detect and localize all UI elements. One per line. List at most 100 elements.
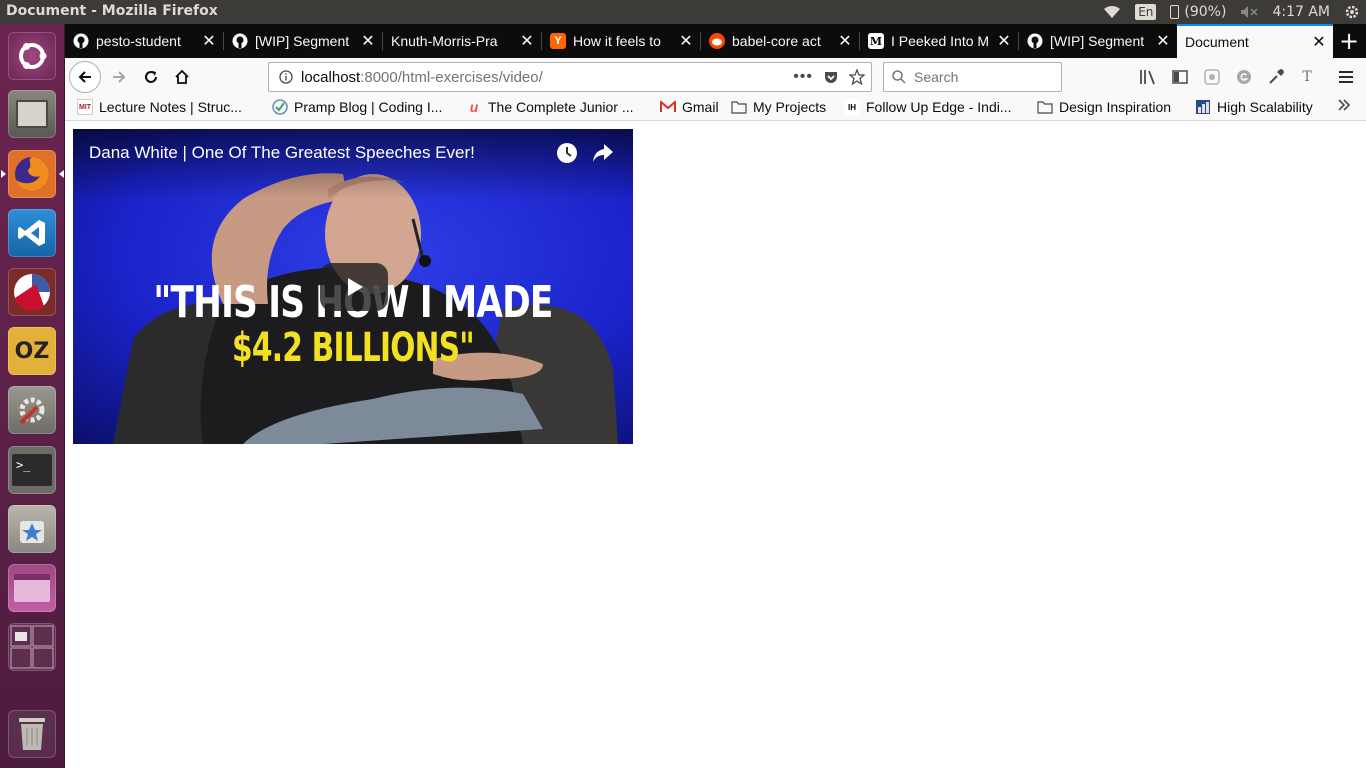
close-icon[interactable]: ✕	[1155, 31, 1171, 51]
battery-indicator[interactable]: (90%)	[1170, 4, 1226, 20]
folder-icon	[731, 99, 747, 115]
grammarly-icon[interactable]	[1234, 67, 1254, 87]
tab-label: babel-core act	[732, 33, 821, 49]
tab-label: I Peeked Into M	[891, 33, 990, 49]
url-path: :8000/html-exercises/video/	[360, 68, 543, 86]
back-button[interactable]	[69, 61, 101, 93]
thumbnail-headline-line2: $4.2 BILLIONS"	[232, 325, 475, 371]
bookmark-star-icon[interactable]	[849, 69, 865, 85]
reload-icon	[145, 71, 157, 83]
battery-icon	[1170, 5, 1180, 19]
library-icon[interactable]	[1138, 67, 1158, 87]
bookmark-folder-my-projects[interactable]: My Projects	[731, 99, 826, 115]
home-button[interactable]	[166, 62, 198, 92]
eyedropper-icon[interactable]	[1266, 67, 1286, 87]
software-center-icon[interactable]	[7, 504, 57, 554]
forward-button[interactable]	[103, 62, 135, 92]
navigation-bar: localhost:8000/html-exercises/video/ •••…	[65, 58, 1366, 96]
firefox-icon[interactable]	[1, 149, 64, 199]
bookmark-folder-design-inspiration[interactable]: Design Inspiration	[1037, 99, 1171, 115]
reload-button[interactable]	[135, 62, 167, 92]
forward-arrow-icon	[113, 71, 126, 83]
search-placeholder: Search	[914, 69, 959, 85]
keyboard-layout-indicator[interactable]: En	[1135, 4, 1157, 20]
tab-wip-segment[interactable]: [WIP] Segment ✕	[224, 24, 382, 58]
gear-icon[interactable]	[1344, 4, 1360, 20]
youtube-video-embed[interactable]: Dana White | One Of The Greatest Speeche…	[73, 129, 633, 444]
text-tool-icon[interactable]: T	[1297, 67, 1317, 87]
close-icon[interactable]: ✕	[678, 31, 694, 51]
info-icon[interactable]	[279, 70, 293, 84]
bookmark-label: Design Inspiration	[1059, 99, 1172, 115]
system-top-panel: Document - Mozilla Firefox En (90%) 4:17…	[0, 0, 1366, 24]
racket-icon[interactable]	[7, 267, 57, 317]
ubuntu-dash-icon[interactable]	[7, 31, 57, 81]
bookmark-label: Lecture Notes | Struc...	[99, 99, 242, 115]
video-title[interactable]: Dana White | One Of The Greatest Speeche…	[89, 143, 475, 163]
bookmark-gmail[interactable]: Gmail	[660, 99, 719, 115]
tab-strip: pesto-student ✕ [WIP] Segment ✕ Knuth-Mo…	[65, 24, 1366, 58]
bookmark-follow-up-edge[interactable]: IH Follow Up Edge - Indi...	[844, 99, 1012, 115]
window-title: Document - Mozilla Firefox	[6, 3, 218, 19]
app-window-icon[interactable]	[7, 563, 57, 613]
close-icon[interactable]: ✕	[201, 31, 217, 51]
folder-icon	[1037, 99, 1053, 115]
tab-babel-core[interactable]: babel-core act ✕	[701, 24, 859, 58]
tab-label: Knuth-Morris-Pra	[391, 33, 498, 49]
tab-how-it-feels[interactable]: Y How it feels to ✕	[542, 24, 700, 58]
bookmark-complete-junior[interactable]: u The Complete Junior ...	[466, 99, 634, 115]
page-actions-icon[interactable]: •••	[793, 68, 813, 86]
tab-i-peeked-into[interactable]: M I Peeked Into M ✕	[860, 24, 1018, 58]
bookmark-lecture-notes[interactable]: MIT Lecture Notes | Struc...	[77, 99, 242, 115]
tab-document[interactable]: Document ✕	[1177, 24, 1333, 58]
tab-label: How it feels to	[573, 33, 661, 49]
workspace-switcher-icon[interactable]	[7, 622, 57, 672]
pocket-icon[interactable]	[823, 69, 839, 85]
tab-pesto-student[interactable]: pesto-student ✕	[65, 24, 223, 58]
clock[interactable]: 4:17 AM	[1272, 4, 1330, 20]
hamburger-menu-icon[interactable]	[1336, 67, 1356, 87]
tab-label: pesto-student	[96, 33, 181, 49]
bookmark-pramp-blog[interactable]: Pramp Blog | Coding I...	[272, 99, 442, 115]
bookmark-label: Follow Up Edge - Indi...	[866, 99, 1012, 115]
github-icon	[73, 33, 89, 49]
back-arrow-icon	[78, 71, 91, 83]
search-bar[interactable]: Search	[883, 62, 1062, 92]
reddit-icon	[709, 33, 725, 49]
bookmark-high-scalability[interactable]: High Scalability	[1195, 99, 1313, 115]
watch-later-icon[interactable]	[556, 142, 578, 164]
extension-grid-icon[interactable]	[1202, 67, 1222, 87]
play-icon	[348, 278, 363, 296]
tab-wip-segment-2[interactable]: [WIP] Segment ✕	[1019, 24, 1177, 58]
url-bar[interactable]: localhost:8000/html-exercises/video/ •••	[268, 62, 872, 92]
search-icon	[892, 70, 906, 84]
highscalability-icon	[1195, 99, 1211, 115]
new-tab-button[interactable]: +	[1332, 24, 1366, 58]
close-icon[interactable]: ✕	[360, 31, 376, 51]
play-button[interactable]	[320, 263, 388, 311]
oz-icon[interactable]: OZ	[7, 326, 57, 376]
terminal-icon[interactable]: >_	[7, 445, 57, 495]
vscode-icon[interactable]	[7, 208, 57, 258]
trash-icon[interactable]	[7, 709, 57, 759]
udemy-icon: u	[469, 99, 479, 115]
tab-label: Document	[1185, 34, 1249, 50]
close-icon[interactable]: ✕	[996, 31, 1012, 51]
close-icon[interactable]: ✕	[1311, 32, 1327, 52]
system-tray: En (90%) 4:17 AM	[1103, 0, 1366, 24]
wifi-icon[interactable]	[1103, 5, 1121, 19]
tab-knuth-morris-pratt[interactable]: Knuth-Morris-Pra ✕	[383, 24, 541, 58]
close-icon[interactable]: ✕	[837, 31, 853, 51]
volume-muted-icon[interactable]	[1240, 5, 1258, 19]
bookmarks-overflow-chevron-icon[interactable]	[1337, 98, 1351, 112]
system-settings-icon[interactable]	[7, 385, 57, 435]
bookmark-label: My Projects	[753, 99, 827, 115]
bookmark-label: High Scalability	[1217, 99, 1313, 115]
share-icon[interactable]	[592, 143, 614, 163]
tab-label: [WIP] Segment	[255, 33, 350, 49]
sidebar-icon[interactable]	[1170, 67, 1190, 87]
files-icon[interactable]	[7, 89, 57, 139]
close-icon[interactable]: ✕	[519, 31, 535, 51]
page-content: Dana White | One Of The Greatest Speeche…	[65, 121, 1366, 768]
tab-label: [WIP] Segment	[1050, 33, 1145, 49]
